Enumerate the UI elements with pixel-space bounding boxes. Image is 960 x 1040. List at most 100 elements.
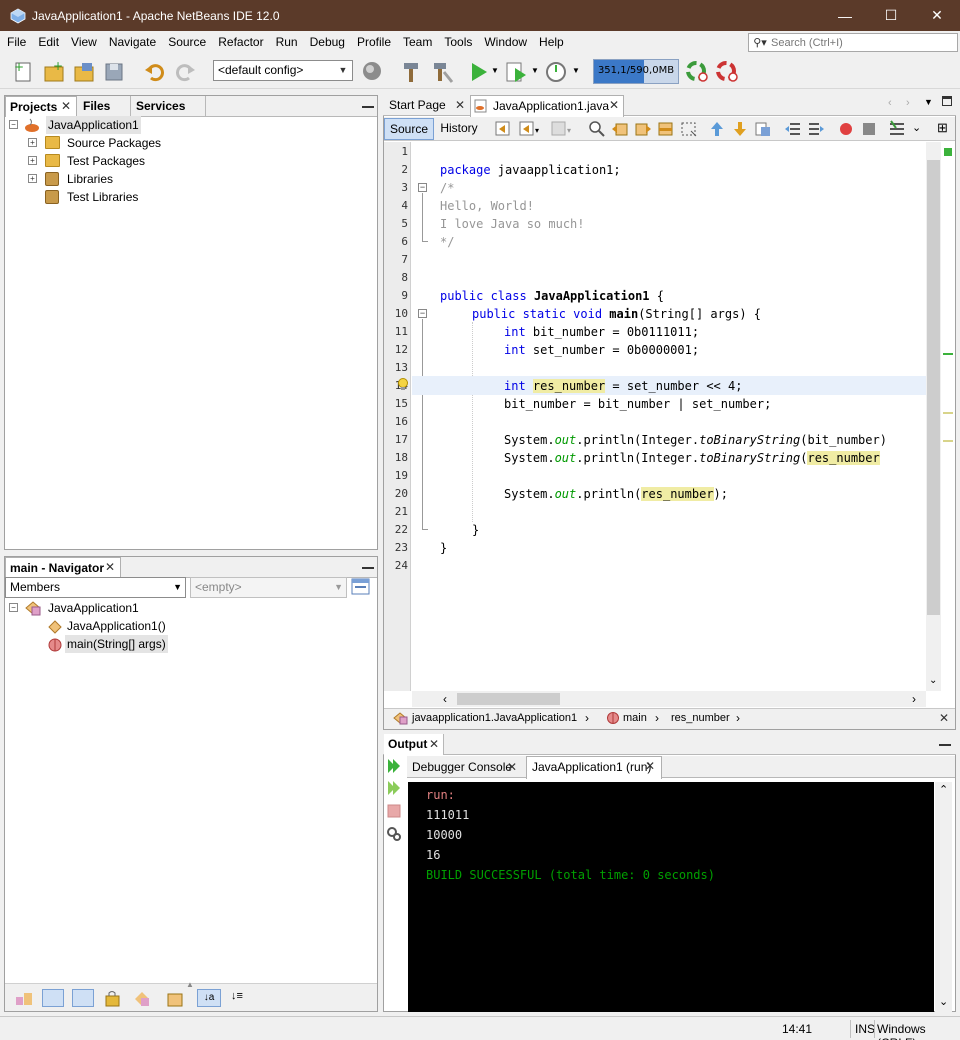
tab-services[interactable]: Services: [132, 96, 206, 117]
minimize-panel-icon[interactable]: [939, 744, 951, 746]
editor-hscroll-thumb[interactable]: [457, 693, 560, 705]
redo-icon[interactable]: [173, 60, 197, 84]
code-line-5[interactable]: I love Java so much!: [440, 215, 585, 233]
toggle-bookmark-icon[interactable]: [754, 120, 772, 138]
open-project-icon[interactable]: [72, 60, 96, 84]
menu-debug[interactable]: Debug: [305, 31, 350, 54]
history-mode-button[interactable]: History: [436, 118, 482, 140]
expand-icon[interactable]: +: [28, 138, 37, 147]
code-line-9[interactable]: public class JavaApplication1 {: [440, 287, 664, 305]
members-filter-select[interactable]: Members ▼: [5, 577, 186, 598]
code-line-22[interactable]: }: [472, 521, 479, 539]
code-line-14[interactable]: int res_number = set_number << 4;: [504, 377, 742, 395]
previous-bookmark-icon[interactable]: [708, 120, 726, 138]
menu-edit[interactable]: Edit: [33, 31, 64, 54]
save-all-icon[interactable]: [103, 60, 127, 84]
console-scrollbar[interactable]: [935, 782, 952, 1012]
fold-icon[interactable]: −: [418, 309, 427, 318]
find-previous-icon[interactable]: [611, 120, 629, 138]
shift-left-icon[interactable]: [784, 120, 802, 138]
tree-item-class[interactable]: JavaApplication1: [48, 599, 139, 617]
menu-tools[interactable]: Tools: [439, 31, 477, 54]
scroll-up-icon[interactable]: ⌃: [939, 783, 948, 796]
code-line-12[interactable]: int set_number = 0b0000001;: [504, 341, 699, 359]
code-line-2[interactable]: package javaapplication1;: [440, 161, 621, 179]
split-editor-icon[interactable]: ⊞: [937, 120, 948, 136]
filter-static-icon[interactable]: [72, 989, 94, 1007]
line-ending[interactable]: Windows (CRLF): [877, 1022, 960, 1040]
menu-profile[interactable]: Profile: [352, 31, 396, 54]
code-line-20[interactable]: System.out.println(res_number);: [504, 485, 728, 503]
expand-icon[interactable]: −: [9, 603, 18, 612]
stripe-mark[interactable]: [943, 353, 953, 355]
tree-item-source-packages[interactable]: Source Packages: [67, 134, 161, 152]
close-icon[interactable]: ✕: [105, 560, 115, 574]
close-icon[interactable]: ✕: [939, 711, 949, 725]
menu-navigate[interactable]: Navigate: [104, 31, 161, 54]
code-line-3[interactable]: /*: [440, 179, 454, 197]
scroll-down-icon[interactable]: ⌄: [929, 675, 937, 686]
more-tools-icon[interactable]: ⌄: [912, 121, 921, 134]
start-macro-icon[interactable]: [837, 120, 855, 138]
minimize-button[interactable]: —: [822, 0, 868, 31]
code-line-15[interactable]: bit_number = bit_number | set_number;: [504, 395, 771, 413]
filter-fields-icon[interactable]: [42, 989, 64, 1007]
find-next-icon[interactable]: [634, 120, 652, 138]
expand-icon[interactable]: +: [28, 174, 37, 183]
settings-icon[interactable]: [386, 825, 402, 843]
tab-javaapplication1-java[interactable]: JavaApplication1.java: [470, 95, 624, 117]
forward-icon[interactable]: ▾: [550, 120, 576, 138]
menu-file[interactable]: File: [2, 31, 31, 54]
profile-dropdown-icon[interactable]: ▼: [572, 66, 580, 75]
profile-ide-icon[interactable]: [714, 59, 740, 85]
tree-item-libraries[interactable]: Libraries: [67, 170, 113, 188]
config-select[interactable]: <default config> ▼: [213, 60, 353, 81]
tab-navigator[interactable]: main - Navigator: [5, 557, 121, 578]
build-hammer-icon[interactable]: [400, 60, 424, 84]
rerun-with-params-icon[interactable]: [386, 779, 402, 797]
tab-files[interactable]: Files: [79, 96, 131, 117]
close-icon[interactable]: ✕: [61, 99, 71, 113]
run-project-icon[interactable]: [467, 60, 491, 84]
collapse-arrow-icon[interactable]: ▲: [186, 980, 194, 989]
browser-globe-icon[interactable]: [361, 60, 385, 84]
maximize-button[interactable]: ☐: [868, 0, 914, 31]
sort-by-name-icon[interactable]: ↓a: [197, 989, 221, 1007]
rerun-icon[interactable]: [386, 757, 402, 775]
tree-item-test-libraries[interactable]: Test Libraries: [67, 188, 138, 206]
insert-mode[interactable]: INS: [855, 1022, 875, 1036]
menu-help[interactable]: Help: [534, 31, 569, 54]
menu-run[interactable]: Run: [271, 31, 303, 54]
code-line-4[interactable]: Hello, World!: [440, 197, 534, 215]
back-icon[interactable]: ▾: [518, 120, 544, 138]
scroll-left-icon[interactable]: ‹: [443, 692, 447, 706]
editor-scroll-thumb[interactable]: [927, 160, 940, 615]
fold-icon[interactable]: −: [418, 183, 427, 192]
new-project-icon[interactable]: +: [42, 60, 66, 84]
profile-project-icon[interactable]: [544, 60, 568, 84]
close-icon[interactable]: ✕: [455, 98, 465, 112]
minimize-panel-icon[interactable]: [362, 567, 374, 569]
run-dropdown-icon[interactable]: ▼: [491, 66, 499, 75]
sort-by-source-icon[interactable]: ↓≡: [231, 990, 243, 1002]
gc-icon[interactable]: [684, 59, 710, 85]
menu-view[interactable]: View: [66, 31, 102, 54]
last-edit-icon[interactable]: [494, 120, 512, 138]
minimize-panel-icon[interactable]: [362, 106, 374, 108]
find-icon[interactable]: [588, 120, 606, 138]
stripe-mark[interactable]: [943, 440, 953, 442]
stripe-mark[interactable]: [943, 412, 953, 414]
close-icon[interactable]: ✕: [507, 760, 517, 774]
filter-inherited-icon[interactable]: [14, 989, 34, 1007]
menu-refactor[interactable]: Refactor: [213, 31, 268, 54]
breadcrumb-class[interactable]: javaapplication1.JavaApplication1: [412, 712, 577, 724]
scroll-down-icon[interactable]: ⌄: [939, 995, 948, 1008]
code-line-11[interactable]: int bit_number = 0b0111011;: [504, 323, 699, 341]
navigator-options-icon[interactable]: [351, 578, 371, 596]
tree-item-project[interactable]: JavaApplication1: [46, 116, 141, 134]
debug-project-icon[interactable]: [504, 60, 528, 84]
close-icon[interactable]: ✕: [645, 759, 655, 773]
tree-item-test-packages[interactable]: Test Packages: [67, 152, 145, 170]
code-line-18[interactable]: System.out.println(Integer.toBinaryStrin…: [504, 449, 926, 467]
expand-icon[interactable]: −: [9, 120, 18, 129]
